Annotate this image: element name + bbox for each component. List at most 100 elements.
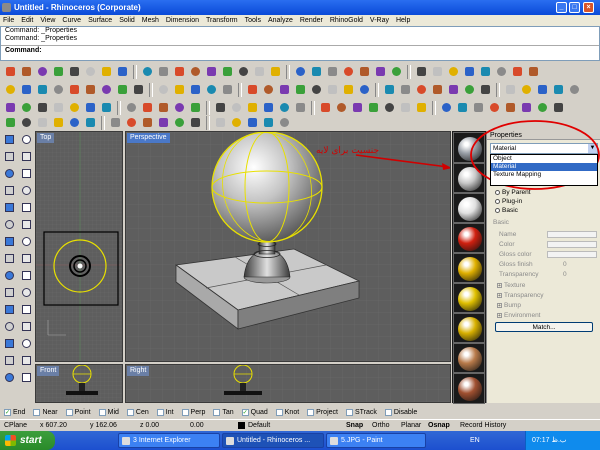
osnap-checkbox[interactable]	[275, 409, 283, 416]
toolbar-tool-icon[interactable]	[213, 115, 228, 130]
toolbar-tool-icon[interactable]	[398, 82, 413, 97]
toolbar-tool-icon[interactable]	[67, 115, 82, 130]
taskbar-item-rhino[interactable]: Untitled - Rhinoceros ...	[222, 433, 324, 448]
toolbar-tool-icon[interactable]	[519, 100, 534, 115]
menu-vray[interactable]: V-Ray	[370, 17, 389, 24]
menu-tools[interactable]: Tools	[245, 17, 261, 24]
toolbar-tool-icon[interactable]	[487, 100, 502, 115]
osnap-knot[interactable]: Knot	[275, 409, 299, 416]
toolbar-tool-icon[interactable]	[293, 82, 308, 97]
toolbar-tool-icon[interactable]	[503, 82, 518, 97]
osnap-checkbox[interactable]	[213, 409, 221, 416]
toolbar-tool-icon[interactable]	[245, 82, 260, 97]
viewport-right[interactable]: Right	[125, 364, 451, 403]
toolbar-tool-icon[interactable]	[204, 82, 219, 97]
osnap-checkbox[interactable]	[345, 409, 353, 416]
toolbar-tool-icon[interactable]	[398, 100, 413, 115]
toolbar-tool-icon[interactable]	[389, 64, 404, 79]
toolbar-tool-icon[interactable]	[229, 115, 244, 130]
toolbar-tool-icon[interactable]	[99, 64, 114, 79]
toolbar-tool-icon[interactable]	[430, 82, 445, 97]
viewport-right-title[interactable]: Right	[127, 366, 150, 376]
toolbar-tool-icon[interactable]	[35, 82, 50, 97]
language-indicator[interactable]: EN	[470, 431, 480, 450]
radio-by-parent[interactable]: By Parent	[495, 189, 531, 196]
left-tool-icon[interactable]	[19, 132, 34, 147]
dropdown-option-texture-mapping[interactable]: Texture Mapping	[491, 171, 597, 179]
toolbar-tool-icon[interactable]	[67, 82, 82, 97]
toolbar-tool-icon[interactable]	[510, 64, 525, 79]
toolbar-tool-icon[interactable]	[261, 82, 276, 97]
toolbar-tool-icon[interactable]	[188, 64, 203, 79]
viewport-top[interactable]: Top	[35, 131, 123, 362]
toolbar-tool-icon[interactable]	[446, 82, 461, 97]
command-prompt[interactable]: Command:	[1, 45, 599, 55]
osnap-checkbox[interactable]	[33, 409, 41, 416]
toolbar-tool-icon[interactable]	[83, 100, 98, 115]
toolbar-tool-icon[interactable]	[277, 82, 292, 97]
toolbar-tool-icon[interactable]	[252, 64, 267, 79]
toolbar-tool-icon[interactable]	[245, 115, 260, 130]
left-tool-icon[interactable]	[19, 183, 34, 198]
maximize-button[interactable]: □	[569, 2, 580, 13]
toolbar-tool-icon[interactable]	[414, 64, 429, 79]
toolbar-tool-icon[interactable]	[535, 82, 550, 97]
osnap-project[interactable]: Project	[307, 409, 338, 416]
toolbar-tool-icon[interactable]	[382, 82, 397, 97]
left-tool-icon[interactable]	[2, 285, 17, 300]
osnap-checkbox[interactable]	[98, 409, 106, 416]
toolbar-tool-icon[interactable]	[51, 100, 66, 115]
toolbar-tool-icon[interactable]	[293, 100, 308, 115]
start-button[interactable]: start	[0, 431, 55, 450]
toolbar-tool-icon[interactable]	[99, 100, 114, 115]
toolbar-tool-icon[interactable]	[430, 64, 445, 79]
toolbar-tool-icon[interactable]	[172, 115, 187, 130]
left-tool-icon[interactable]	[19, 336, 34, 351]
toolbar-tool-icon[interactable]	[414, 100, 429, 115]
toolbar-tool-icon[interactable]	[156, 115, 171, 130]
toolbar-tool-icon[interactable]	[277, 115, 292, 130]
material-swatch[interactable]	[453, 342, 485, 374]
left-tool-icon[interactable]	[2, 319, 17, 334]
viewport-front[interactable]: Front	[35, 364, 123, 403]
toolbar-tool-icon[interactable]	[366, 100, 381, 115]
toolbar-tool-icon[interactable]	[3, 82, 18, 97]
toolbar-tool-icon[interactable]	[99, 82, 114, 97]
left-tool-icon[interactable]	[19, 166, 34, 181]
name-field[interactable]	[547, 231, 597, 238]
toolbar-tool-icon[interactable]	[309, 82, 324, 97]
osnap-tan[interactable]: Tan	[213, 409, 234, 416]
toolbar-tool-icon[interactable]	[439, 100, 454, 115]
material-swatch[interactable]	[453, 312, 485, 344]
status-cplane[interactable]: CPlane	[4, 422, 27, 429]
toolbar-tool-icon[interactable]	[140, 100, 155, 115]
osnap-checkbox[interactable]	[156, 409, 164, 416]
toolbar-tool-icon[interactable]	[131, 82, 146, 97]
toolbar-tool-icon[interactable]	[519, 82, 534, 97]
toolbar-tool-icon[interactable]	[172, 100, 187, 115]
toolbar-tool-icon[interactable]	[140, 115, 155, 130]
toolbar-tool-icon[interactable]	[188, 115, 203, 130]
toolbar-tool-icon[interactable]	[19, 82, 34, 97]
osnap-cen[interactable]: Cen	[126, 409, 149, 416]
menu-dimension[interactable]: Dimension	[166, 17, 199, 24]
left-tool-icon[interactable]	[19, 319, 34, 334]
toolbar-tool-icon[interactable]	[478, 64, 493, 79]
dropdown-option-material[interactable]: Material	[491, 163, 597, 171]
left-tool-icon[interactable]	[19, 268, 34, 283]
osnap-checkbox[interactable]	[181, 409, 189, 416]
toolbar-tool-icon[interactable]	[172, 82, 187, 97]
tree-item-transparency[interactable]: + Transparency	[497, 292, 544, 299]
toolbar-tool-icon[interactable]	[213, 100, 228, 115]
toolbar-tool-icon[interactable]	[334, 100, 349, 115]
status-snap[interactable]: Snap	[346, 422, 363, 429]
left-tool-icon[interactable]	[19, 217, 34, 232]
toolbar-tool-icon[interactable]	[350, 100, 365, 115]
toolbar-tool-icon[interactable]	[156, 82, 171, 97]
toolbar-tool-icon[interactable]	[236, 64, 251, 79]
toolbar-tool-icon[interactable]	[108, 115, 123, 130]
toolbar-tool-icon[interactable]	[124, 100, 139, 115]
radio-basic[interactable]: Basic	[495, 207, 518, 214]
osnap-checkbox[interactable]	[65, 409, 73, 416]
osnap-checkbox[interactable]: ✓	[241, 409, 249, 416]
